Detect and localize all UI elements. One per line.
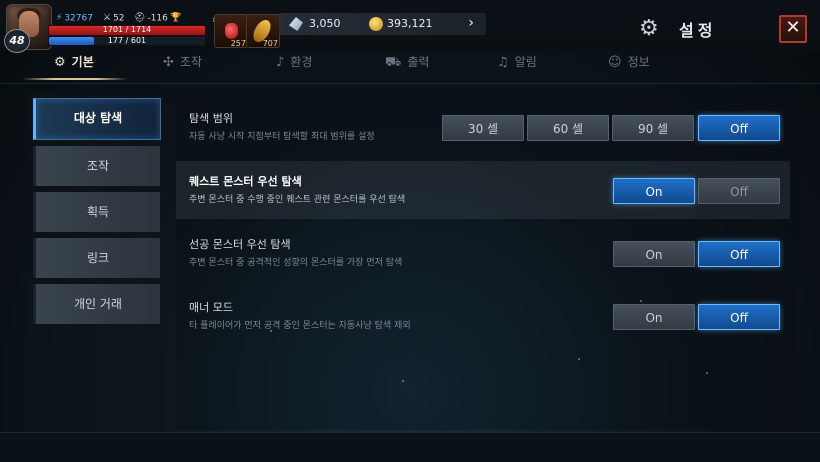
setting-description: 타 플레이어가 먼저 공격 중인 몬스터는 자동사냥 탐색 제외: [189, 321, 411, 331]
feather-count: 707: [262, 39, 278, 48]
tab-label: 알림: [514, 55, 537, 69]
hp-value: 1701 / 1714: [102, 25, 152, 34]
bottom-frame: [0, 432, 820, 462]
gold-coin-icon: [369, 17, 383, 31]
level-badge: 48: [4, 29, 30, 53]
setting-description: 주변 몬스터 중 공격적인 성향의 몬스터를 가장 먼저 탐색: [189, 258, 403, 268]
aggressive-priority-on-button[interactable]: On: [613, 241, 695, 267]
potion-count: 257: [230, 39, 246, 48]
sparkle: [578, 358, 580, 360]
setting-title: 매너 모드: [189, 301, 233, 314]
sidebar-item-controls[interactable]: 조작: [33, 146, 160, 186]
page-title: 설정: [679, 21, 717, 40]
tab-label: 환경: [290, 55, 313, 69]
settings-tabs: ⚙ 기본 ✣ 조작 ♪ 환경 ⛟ 출력 ♫ 알림 ☺ 정보: [0, 53, 820, 81]
close-icon: ✕: [785, 17, 801, 38]
range-30-button[interactable]: 30 셀: [442, 115, 524, 141]
mp-bar: 177 / 601: [48, 36, 206, 46]
potion-icon: [225, 23, 238, 39]
music-note-icon: ♪: [276, 55, 285, 70]
combat-power-value: 32767: [64, 13, 93, 24]
defense-stat: ⛑ -116: [134, 13, 168, 24]
setting-aggressive-priority: 선공 몬스터 우선 탐색 주변 몬스터 중 공격적인 성향의 몬스터를 가장 먼…: [176, 224, 790, 282]
tab-divider: [0, 83, 820, 84]
sidebar-item-target-search[interactable]: 대상 탐색: [33, 98, 161, 140]
manner-mode-on-button[interactable]: On: [613, 304, 695, 330]
sparkle: [640, 300, 642, 302]
range-off-button[interactable]: Off: [698, 115, 780, 141]
range-60-button[interactable]: 60 셀: [527, 115, 609, 141]
aggressive-priority-off-button[interactable]: Off: [698, 241, 780, 267]
range-90-button[interactable]: 90 셀: [612, 115, 694, 141]
setting-title: 선공 몬스터 우선 탐색: [189, 238, 291, 251]
tab-controls[interactable]: ✣ 조작: [163, 53, 202, 81]
tab-output[interactable]: ⛟ 출력: [385, 53, 429, 81]
close-button[interactable]: ✕: [779, 15, 807, 43]
bell-icon: ♫: [497, 55, 509, 70]
quest-priority-on-button[interactable]: On: [613, 178, 695, 204]
sword-icon: ⚔: [103, 13, 112, 23]
trophy-icon: 🏆: [170, 13, 182, 23]
tab-label: 기본: [71, 55, 94, 69]
attack-stat: ⚔ 52: [103, 13, 125, 24]
dpad-icon: ✣: [163, 55, 174, 70]
tab-label: 출력: [407, 55, 430, 69]
person-icon: ☺: [608, 55, 622, 70]
potion-slot[interactable]: 257: [214, 14, 248, 48]
chevron-right-icon[interactable]: ›: [468, 15, 474, 31]
sidebar-item-loot[interactable]: 획득: [33, 192, 160, 232]
feather-slot[interactable]: 707: [246, 14, 280, 48]
tab-label: 조작: [179, 55, 202, 69]
helmet-icon: ⛑: [134, 13, 146, 23]
tab-label: 정보: [627, 55, 650, 69]
setting-description: 자동 사냥 시작 지점부터 탐색할 최대 범위를 설정: [189, 132, 375, 142]
gem-amount: 3,050: [309, 17, 341, 30]
manner-mode-off-button[interactable]: Off: [698, 304, 780, 330]
power-icon: ⚡: [56, 13, 63, 23]
sidebar-item-trade[interactable]: 개인 거래: [33, 284, 160, 324]
gear-icon: ⚙: [54, 55, 66, 70]
cart-icon: ⛟: [385, 55, 402, 70]
sparkle: [402, 380, 404, 382]
quest-priority-off-button[interactable]: Off: [698, 178, 780, 204]
tab-info[interactable]: ☺ 정보: [608, 53, 650, 81]
sparkle: [270, 330, 272, 332]
defense-stat-value: -116: [147, 13, 168, 24]
combat-power: ⚡ 32767: [56, 13, 93, 24]
setting-description: 주변 몬스터 중 수행 중인 퀘스트 관련 몬스터를 우선 탐색: [189, 195, 406, 205]
attack-stat-value: 52: [113, 13, 125, 24]
setting-title: 퀘스트 몬스터 우선 탐색: [189, 175, 302, 188]
setting-manner-mode: 매너 모드 타 플레이어가 먼저 공격 중인 몬스터는 자동사냥 탐색 제외 O…: [176, 287, 790, 345]
setting-title: 탐색 범위: [189, 112, 233, 125]
setting-quest-priority: 퀘스트 몬스터 우선 탐색 주변 몬스터 중 수행 중인 퀘스트 관련 몬스터를…: [176, 161, 790, 219]
active-tab-indicator: [22, 78, 128, 80]
sparkle: [706, 372, 708, 374]
settings-gear-icon: ⚙: [639, 16, 659, 41]
hp-bar: 1701 / 1714: [48, 25, 206, 36]
setting-search-range: 탐색 범위 자동 사냥 시작 지점부터 탐색할 최대 범위를 설정 30 셀 6…: [176, 98, 790, 156]
sidebar-item-link[interactable]: 링크: [33, 238, 160, 278]
tab-basic[interactable]: ⚙ 기본: [54, 53, 94, 81]
tab-notifications[interactable]: ♫ 알림: [497, 53, 537, 81]
gold-amount: 393,121: [387, 17, 433, 30]
mp-value: 177 / 601: [107, 36, 147, 45]
currency-bar[interactable]: 3,050 393,121 ›: [279, 13, 486, 35]
gem-icon: [289, 17, 303, 31]
tab-environment[interactable]: ♪ 환경: [276, 53, 312, 81]
